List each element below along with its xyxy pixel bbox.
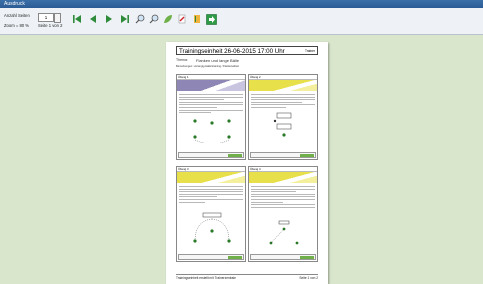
exercise-card-4: Übung 4 (248, 166, 318, 262)
pdf-icon (178, 14, 186, 24)
exercise-diagram (193, 212, 231, 243)
exercise-description (251, 94, 315, 110)
close-preview-button[interactable] (204, 12, 218, 26)
exercise-table (178, 152, 244, 158)
previous-page-icon (90, 15, 96, 23)
exercise-description (251, 186, 315, 209)
exercise-diagram (269, 220, 299, 245)
exercise-banner (249, 80, 317, 91)
window-title: Ausdruck (4, 1, 25, 7)
zoom-out-button[interactable] (147, 12, 161, 26)
document-footer: Trainingseinheit erstellt mit Trainerzen… (176, 274, 318, 280)
next-page-button[interactable] (102, 12, 116, 26)
exercise-card-2: Übung 2 (248, 74, 318, 160)
export-pdf-button[interactable] (175, 12, 189, 26)
pages-input[interactable]: 1 (38, 13, 54, 22)
exercise-table (178, 254, 244, 260)
exercise-banner (177, 172, 245, 183)
trainer-label: Trainer (305, 49, 315, 53)
book-icon (194, 15, 200, 23)
first-page-button[interactable] (70, 12, 84, 26)
exercise-table (250, 152, 316, 158)
document-title: Trainingseinheit 26-06-2015 17:00 Uhr (179, 48, 285, 55)
zoom-in-icon (135, 14, 145, 24)
previous-page-button[interactable] (86, 12, 100, 26)
exercise-card-3: Übung 3 (176, 166, 246, 262)
window-title-bar: Ausdruck (0, 0, 483, 8)
document-title-box: Trainingseinheit 26-06-2015 17:00 Uhr Tr… (176, 46, 318, 55)
fit-page-button[interactable] (161, 12, 175, 26)
export-button[interactable] (190, 12, 204, 26)
footer-left: Trainingseinheit erstellt mit Trainerzen… (176, 276, 236, 280)
page-info: Seite 1 von 2 (38, 23, 63, 28)
pages-label: Anzahl Seiten (4, 13, 30, 18)
zoom-out-icon (149, 14, 159, 24)
document-page: Trainingseinheit 26-06-2015 17:00 Uhr Tr… (166, 42, 328, 284)
last-page-button[interactable] (118, 12, 132, 26)
leaf-icon (164, 15, 172, 23)
print-preview-toolbar: Anzahl Seiten 1 Zoom = 80 % Seite 1 von … (0, 8, 483, 35)
notes: Bemerkungen: vorrangig Hallentraining / … (176, 65, 239, 68)
exit-icon (205, 13, 217, 25)
theme-label: Thema: (176, 58, 188, 62)
next-page-icon (106, 15, 112, 23)
exercise-description (179, 186, 243, 204)
zoom-in-button[interactable] (133, 12, 147, 26)
exercise-diagram (193, 119, 231, 143)
last-page-icon (121, 15, 129, 23)
pages-spinner[interactable] (54, 13, 61, 23)
exercise-description (179, 94, 243, 115)
exercise-table (250, 254, 316, 260)
exercise-diagram (273, 112, 292, 137)
exercise-banner (249, 172, 317, 183)
theme-value: Flanken und lange Bälle (196, 58, 239, 63)
exercise-banner (177, 80, 245, 91)
first-page-icon (73, 15, 81, 23)
exercise-card-1: Übung 1 (176, 74, 246, 160)
footer-page-number: Seite 1 von 2 (299, 276, 318, 280)
zoom-label[interactable]: Zoom = 80 % (4, 23, 29, 28)
